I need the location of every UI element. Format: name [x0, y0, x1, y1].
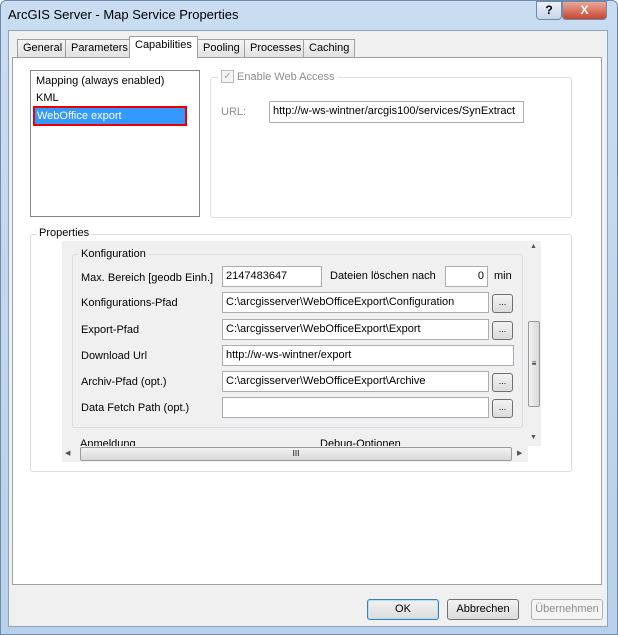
scroll-right-icon[interactable]: ▶ [517, 449, 522, 457]
vertical-scrollbar[interactable]: ▲ ≡ ▼ [527, 241, 541, 446]
config-browse-button[interactable]: ... [492, 294, 513, 313]
archive-field[interactable]: C:\arcgisserver\WebOfficeExport\Archive [222, 371, 489, 392]
tab-processes[interactable]: Processes [244, 39, 308, 58]
list-item-selected[interactable]: WebOffice export [33, 106, 187, 126]
archive-browse-button[interactable]: ... [492, 373, 513, 392]
delete-label: Dateien löschen nach [330, 270, 436, 282]
max-label: Max. Bereich [geodb Einh.] [81, 272, 214, 284]
properties-title: Properties [37, 227, 92, 239]
tab-caching[interactable]: Caching [303, 39, 356, 58]
fetch-label: Data Fetch Path (opt.) [81, 402, 190, 414]
horizontal-scrollbar[interactable]: ◀ III ▶ [62, 446, 528, 462]
ok-button[interactable]: OK [367, 599, 439, 620]
vertical-scroll-thumb[interactable]: ≡ [528, 321, 540, 407]
tab-parameters[interactable]: Parameters [65, 39, 134, 58]
window-title: ArcGIS Server - Map Service Properties [8, 7, 239, 22]
tab-capabilities[interactable]: Capabilities [129, 36, 198, 58]
max-field[interactable]: 2147483647 [222, 266, 322, 287]
clipped-groups: Anmeldung Debug-Optionen [62, 436, 528, 446]
anmeldung-title: Anmeldung [80, 438, 136, 446]
tab-general[interactable]: General [17, 39, 69, 58]
debug-title: Debug-Optionen [320, 438, 401, 446]
delete-field[interactable]: 0 [445, 266, 488, 287]
download-field[interactable]: http://w-ws-wintner/export [222, 345, 514, 366]
tab-pooling[interactable]: Pooling [197, 39, 246, 58]
fetch-browse-button[interactable]: ... [492, 399, 513, 418]
download-label: Download Url [81, 350, 148, 362]
apply-button[interactable]: Übernehmen [531, 599, 603, 620]
konfiguration-title: Konfiguration [79, 248, 148, 260]
enable-web-access-checkbox[interactable]: ✓ Enable Web Access [218, 70, 338, 83]
archive-label: Archiv-Pfad (opt.) [81, 376, 167, 388]
config-field[interactable]: C:\arcgisserver\WebOfficeExport\Configur… [222, 292, 489, 313]
close-button[interactable]: X [562, 1, 607, 20]
export-label: Export-Pfad [81, 324, 140, 336]
enable-web-access-label: Enable Web Access [237, 70, 335, 83]
url-field[interactable]: http://w-ws-wintner/arcgis100/services/S… [269, 101, 524, 123]
web-access-group [210, 77, 572, 218]
export-field[interactable]: C:\arcgisserver\WebOfficeExport\Export [222, 319, 489, 340]
export-browse-button[interactable]: ... [492, 321, 513, 340]
horizontal-scroll-thumb[interactable]: III [80, 447, 512, 461]
url-label: URL: [221, 106, 247, 118]
checkmark-icon: ✓ [221, 70, 234, 83]
list-item[interactable]: KML [36, 92, 59, 104]
delete-unit: min [494, 270, 512, 282]
help-button[interactable]: ? [536, 1, 562, 20]
scroll-down-icon[interactable]: ▼ [530, 434, 537, 441]
fetch-field[interactable] [222, 397, 489, 418]
scroll-left-icon[interactable]: ◀ [65, 449, 70, 457]
cancel-button[interactable]: Abbrechen [447, 599, 519, 620]
list-item[interactable]: Mapping (always enabled) [36, 75, 164, 87]
config-label: Konfigurations-Pfad [81, 297, 178, 309]
capabilities-list[interactable]: Mapping (always enabled) KML WebOffice e… [30, 70, 200, 217]
scroll-up-icon[interactable]: ▲ [530, 243, 537, 250]
